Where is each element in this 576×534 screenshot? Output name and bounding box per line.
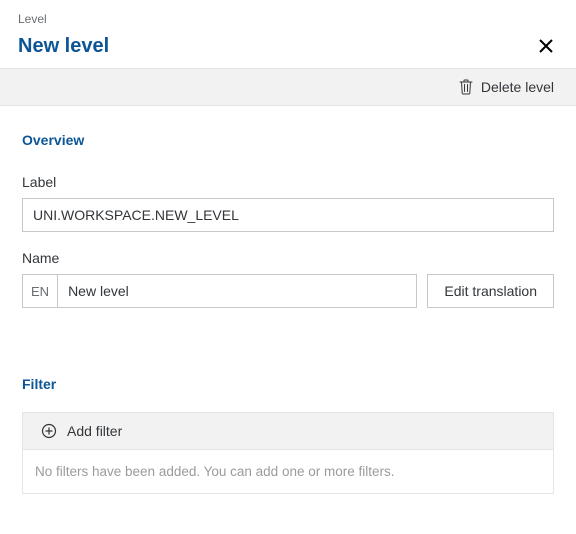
- name-field-label: Name: [22, 250, 554, 266]
- edit-translation-button[interactable]: Edit translation: [427, 274, 554, 308]
- delete-level-button[interactable]: Delete level: [459, 79, 554, 95]
- delete-level-label: Delete level: [481, 79, 554, 95]
- overview-section-title: Overview: [22, 132, 554, 148]
- filter-empty-message: No filters have been added. You can add …: [23, 450, 553, 493]
- toolbar: Delete level: [0, 68, 576, 106]
- trash-icon: [459, 79, 473, 95]
- breadcrumb-eyebrow: Level: [18, 12, 558, 26]
- add-filter-button[interactable]: Add filter: [23, 413, 553, 450]
- plus-circle-icon: [41, 423, 57, 439]
- language-code-prefix: EN: [23, 275, 58, 307]
- label-field-label: Label: [22, 174, 554, 190]
- add-filter-label: Add filter: [67, 423, 122, 439]
- filter-panel: Add filter No filters have been added. Y…: [22, 412, 554, 494]
- close-icon: [538, 38, 554, 54]
- page-title: New level: [18, 35, 109, 58]
- close-button[interactable]: [534, 34, 558, 58]
- filter-section-title: Filter: [22, 376, 554, 392]
- label-input[interactable]: [22, 198, 554, 232]
- name-input[interactable]: [58, 275, 416, 307]
- name-input-group: EN: [22, 274, 417, 308]
